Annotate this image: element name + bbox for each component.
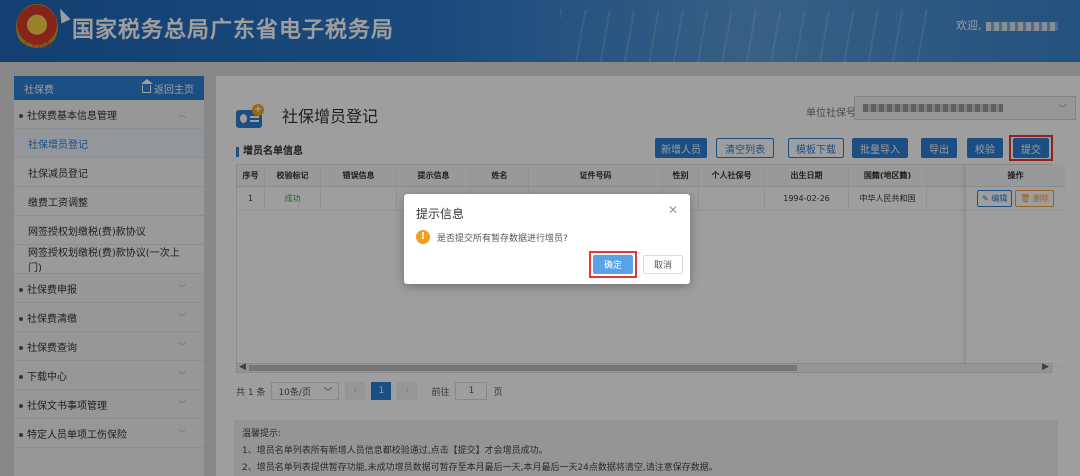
confirm-dialog: 提示信息 ✕ ! 是否提交所有暂存数据进行增员? 确定 取消 [404,194,690,284]
dialog-message: 是否提交所有暂存数据进行增员? [437,234,568,244]
close-icon[interactable]: ✕ [668,203,678,217]
confirm-button[interactable]: 确定 [593,255,633,274]
dialog-title: 提示信息 [416,207,465,221]
cancel-button[interactable]: 取消 [643,255,683,274]
warning-icon: ! [416,230,430,244]
